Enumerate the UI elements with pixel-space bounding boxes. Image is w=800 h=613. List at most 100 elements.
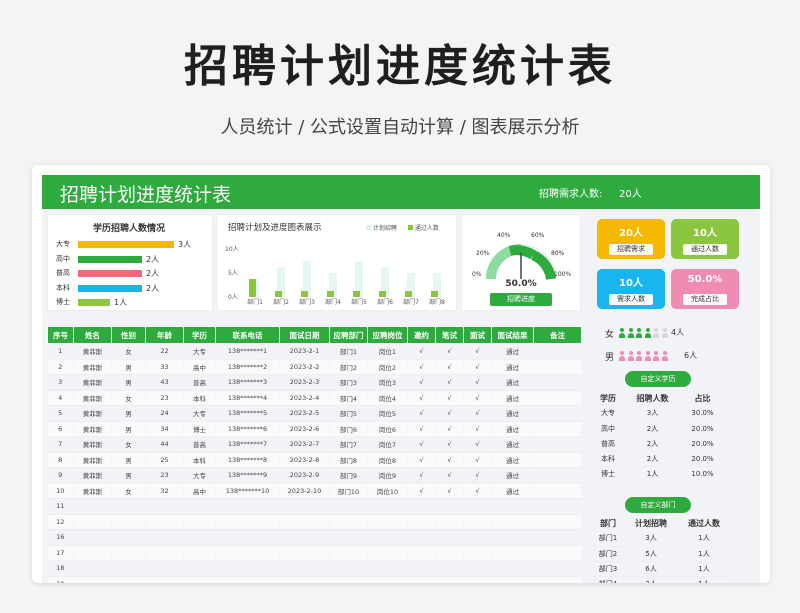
table-row[interactable]: 2 黄菲斯男 33 高中 138*******2 2023-2-2 部门2 岗位2 √ √ √ 通过 — [47, 359, 582, 375]
table-cell[interactable]: 通过 — [491, 452, 534, 468]
table-cell[interactable] — [73, 514, 112, 530]
table-header-cell[interactable]: 面试结果 — [491, 326, 534, 344]
table-cell[interactable] — [279, 545, 330, 561]
table-cell[interactable] — [491, 514, 534, 530]
table-cell[interactable]: 部门6 — [329, 421, 368, 437]
table-cell[interactable]: 男 — [111, 452, 146, 468]
table-cell[interactable]: √ — [407, 467, 436, 484]
table-cell[interactable] — [533, 498, 582, 515]
table-cell[interactable]: 通过 — [491, 467, 534, 484]
table-header-cell[interactable]: 序号 — [47, 326, 74, 344]
table-cell[interactable] — [111, 514, 146, 530]
table-cell[interactable]: 岗位5 — [367, 405, 408, 422]
table-cell[interactable]: 16 — [47, 529, 74, 546]
table-cell[interactable]: 黄菲斯 — [73, 467, 112, 484]
table-cell[interactable] — [407, 576, 436, 583]
table-cell[interactable]: 黄菲斯 — [73, 452, 112, 468]
table-cell[interactable]: 男 — [111, 421, 146, 437]
table-cell[interactable]: √ — [435, 359, 464, 375]
table-cell[interactable] — [407, 498, 436, 515]
table-cell[interactable]: 部门4 — [329, 390, 368, 406]
table-row[interactable]: 17 — [47, 545, 582, 561]
table-cell[interactable]: 2 — [47, 359, 74, 375]
table-cell[interactable]: 岗位1 — [367, 343, 408, 360]
table-cell[interactable]: √ — [463, 405, 492, 422]
table-cell[interactable]: 男 — [111, 405, 146, 422]
table-cell[interactable]: 23 — [145, 390, 184, 406]
table-cell[interactable]: 通过 — [491, 390, 534, 406]
table-cell[interactable] — [215, 576, 280, 583]
table-cell[interactable]: 138*******5 — [215, 405, 280, 422]
table-cell[interactable]: 黄菲斯 — [73, 343, 112, 360]
table-cell[interactable]: 138*******1 — [215, 343, 280, 360]
table-cell[interactable] — [533, 436, 582, 453]
table-cell[interactable] — [491, 560, 534, 577]
table-cell[interactable] — [533, 374, 582, 391]
table-cell[interactable]: √ — [407, 421, 436, 437]
table-cell[interactable]: √ — [463, 467, 492, 484]
table-cell[interactable]: 岗位4 — [367, 390, 408, 406]
table-cell[interactable]: 3 — [47, 374, 74, 391]
table-cell[interactable] — [279, 560, 330, 577]
table-cell[interactable] — [279, 498, 330, 515]
table-cell[interactable]: 岗位9 — [367, 467, 408, 484]
table-cell[interactable]: 8 — [47, 452, 74, 468]
table-cell[interactable]: 2023-2-2 — [279, 359, 330, 375]
table-cell[interactable]: 黄菲斯 — [73, 374, 112, 391]
table-cell[interactable]: 大专 — [183, 467, 216, 484]
table-header-cell[interactable]: 联系电话 — [215, 326, 280, 344]
table-cell[interactable]: √ — [407, 343, 436, 360]
table-cell[interactable]: √ — [407, 390, 436, 406]
table-cell[interactable]: 138*******4 — [215, 390, 280, 406]
table-cell[interactable] — [111, 576, 146, 583]
table-cell[interactable] — [183, 514, 216, 530]
table-cell[interactable]: 44 — [145, 436, 184, 453]
table-cell[interactable]: 黄菲斯 — [73, 359, 112, 375]
table-cell[interactable] — [145, 560, 184, 577]
table-cell[interactable] — [183, 529, 216, 546]
table-cell[interactable]: √ — [407, 405, 436, 422]
table-cell[interactable]: 部门9 — [329, 467, 368, 484]
table-cell[interactable] — [533, 545, 582, 561]
table-cell[interactable] — [533, 576, 582, 583]
table-cell[interactable] — [407, 545, 436, 561]
table-cell[interactable] — [145, 576, 184, 583]
table-cell[interactable]: 2023-2-1 — [279, 343, 330, 360]
table-cell[interactable] — [145, 514, 184, 530]
table-cell[interactable] — [73, 498, 112, 515]
table-cell[interactable]: 4 — [47, 390, 74, 406]
table-cell[interactable] — [435, 545, 464, 561]
table-header-cell[interactable]: 学历 — [183, 326, 216, 344]
table-cell[interactable] — [183, 560, 216, 577]
table-cell[interactable] — [73, 529, 112, 546]
table-header-cell[interactable]: 性别 — [111, 326, 146, 344]
table-cell[interactable]: 24 — [145, 405, 184, 422]
table-cell[interactable]: 138*******6 — [215, 421, 280, 437]
table-row[interactable]: 16 — [47, 529, 582, 546]
table-cell[interactable] — [435, 514, 464, 530]
table-cell[interactable]: 部门2 — [329, 359, 368, 375]
table-cell[interactable] — [183, 498, 216, 515]
table-cell[interactable] — [145, 529, 184, 546]
table-cell[interactable] — [329, 560, 368, 577]
table-cell[interactable]: 138*******9 — [215, 467, 280, 484]
table-row[interactable]: 6 黄菲斯男 34 博士 138*******6 2023-2-6 部门6 岗位6 √ √ √ 通过 — [47, 421, 582, 437]
table-cell[interactable] — [73, 576, 112, 583]
table-cell[interactable] — [111, 529, 146, 546]
dept-custom-button[interactable]: 自定义部门 — [625, 497, 691, 513]
table-cell[interactable] — [215, 560, 280, 577]
table-row[interactable]: 4 黄菲斯女 23 本科 138*******4 2023-2-4 部门4 岗位4 √ √ √ 通过 — [47, 390, 582, 406]
table-cell[interactable] — [279, 529, 330, 546]
table-row[interactable]: 11 — [47, 498, 582, 515]
table-cell[interactable]: √ — [435, 483, 464, 499]
table-cell[interactable]: 普高 — [183, 374, 216, 391]
table-cell[interactable] — [463, 576, 492, 583]
table-cell[interactable]: 女 — [111, 436, 146, 453]
table-cell[interactable]: 18 — [47, 560, 74, 577]
table-cell[interactable] — [463, 560, 492, 577]
table-cell[interactable]: √ — [435, 452, 464, 468]
table-cell[interactable]: 138*******8 — [215, 452, 280, 468]
table-cell[interactable]: 17 — [47, 545, 74, 561]
table-row[interactable]: 5 黄菲斯男 24 大专 138*******5 2023-2-5 部门5 岗位5 √ √ √ 通过 — [47, 405, 582, 422]
table-cell[interactable]: 岗位8 — [367, 452, 408, 468]
